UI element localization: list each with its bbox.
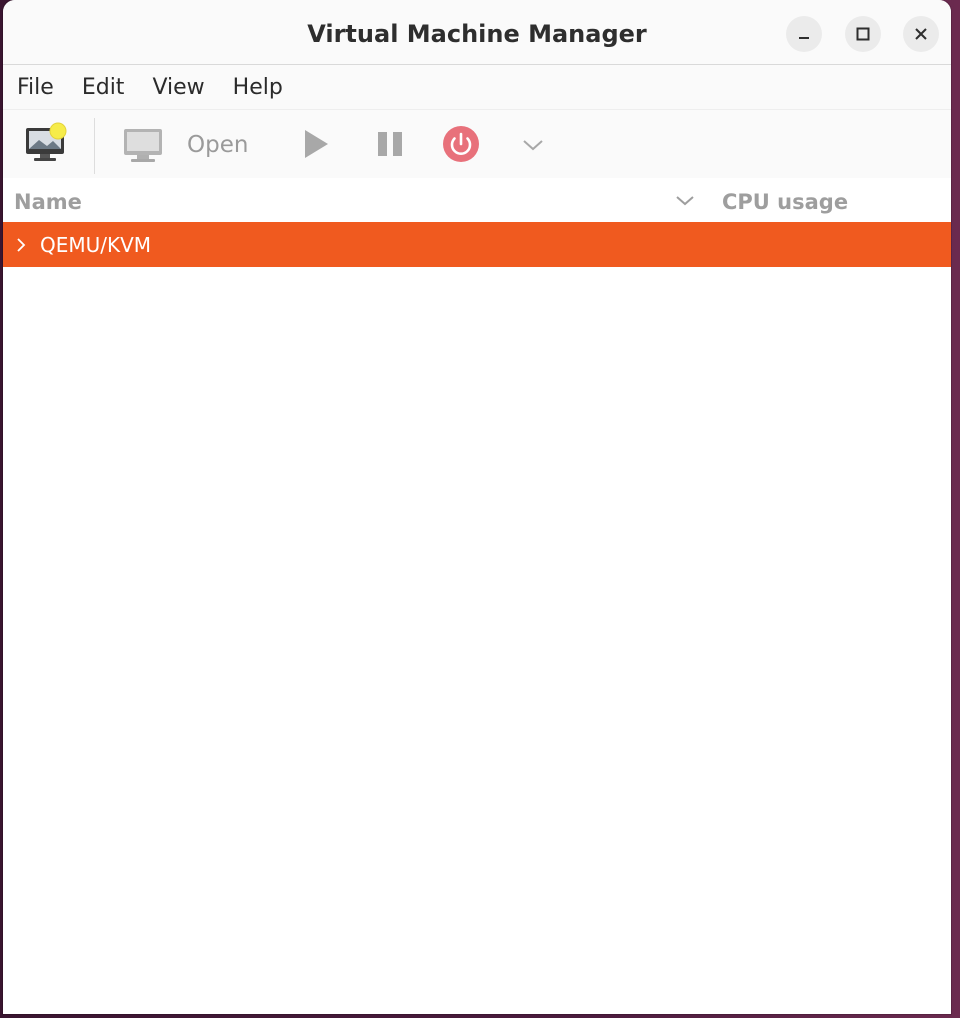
minimize-button[interactable] [786, 16, 822, 52]
pause-icon [375, 129, 405, 163]
app-window: Virtual Machine Manager File Edit View H… [3, 0, 951, 1014]
connection-label: QEMU/KVM [40, 233, 152, 257]
new-vm-icon [23, 122, 69, 168]
menu-edit[interactable]: Edit [74, 65, 139, 109]
column-header-cpu-usage[interactable]: CPU usage [722, 178, 848, 226]
monitor-icon [121, 126, 165, 164]
minimize-icon [797, 27, 811, 41]
vm-list-body[interactable] [3, 267, 951, 1012]
column-header-name[interactable]: Name [14, 178, 82, 226]
sort-chevron-icon[interactable] [675, 193, 695, 212]
list-header: Name CPU usage [3, 178, 951, 222]
toolbar: Open [3, 110, 951, 178]
open-button[interactable]: Open [121, 122, 261, 168]
close-icon [913, 26, 929, 42]
play-icon [300, 128, 330, 164]
connection-row-qemu-kvm[interactable]: QEMU/KVM [3, 222, 951, 267]
menu-bar: File Edit View Help [3, 65, 951, 110]
menu-help[interactable]: Help [225, 65, 297, 109]
close-button[interactable] [903, 16, 939, 52]
power-icon [442, 125, 480, 167]
expander-chevron-right-icon[interactable] [16, 237, 26, 257]
toolbar-separator [94, 118, 95, 174]
maximize-icon [855, 26, 871, 42]
shutdown-button[interactable] [439, 124, 483, 168]
menu-view[interactable]: View [144, 65, 218, 109]
chevron-down-icon [522, 137, 544, 156]
title-bar[interactable]: Virtual Machine Manager [3, 0, 951, 65]
pause-button[interactable] [370, 126, 410, 166]
new-vm-button[interactable] [21, 120, 71, 170]
maximize-button[interactable] [845, 16, 881, 52]
open-label: Open [187, 132, 249, 158]
shutdown-menu-button[interactable] [515, 128, 551, 164]
run-button[interactable] [295, 126, 335, 166]
menu-file[interactable]: File [9, 65, 68, 109]
